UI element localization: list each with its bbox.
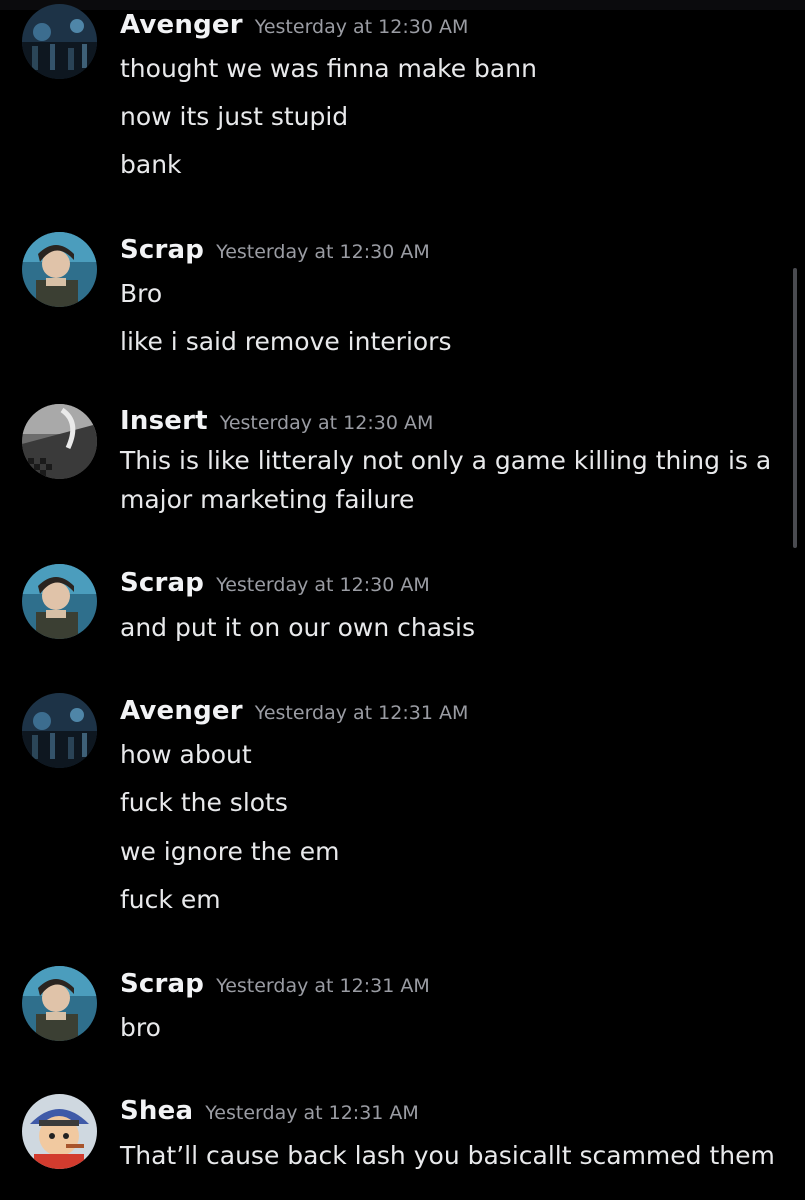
message-header: Shea Yesterday at 12:31 AM [120, 1096, 419, 1126]
author-name[interactable]: Scrap [120, 568, 204, 598]
message-header: Scrap Yesterday at 12:30 AM [120, 235, 430, 265]
author-name[interactable]: Scrap [120, 235, 204, 265]
message-text: now its just stupid [120, 102, 349, 131]
avatar[interactable] [22, 966, 97, 1041]
message-text: major marketing failure [120, 485, 415, 514]
message-text: like i said remove interiors [120, 327, 452, 356]
message-text: fuck em [120, 885, 221, 914]
top-divider [0, 0, 805, 10]
avatar[interactable] [22, 404, 97, 479]
timestamp: Yesterday at 12:30 AM [254, 16, 469, 38]
message-text: That’ll cause back lash you basicallt sc… [120, 1141, 775, 1170]
scrollbar[interactable] [793, 268, 797, 548]
timestamp: Yesterday at 12:31 AM [205, 1102, 419, 1124]
author-name[interactable]: Shea [120, 1096, 193, 1126]
avatar[interactable] [22, 1094, 97, 1169]
message-text: we ignore the em [120, 837, 340, 866]
timestamp: Yesterday at 12:30 AM [216, 241, 430, 263]
timestamp: Yesterday at 12:31 AM [216, 975, 430, 997]
message-header: Scrap Yesterday at 12:31 AM [120, 969, 430, 999]
message-header: Avenger Yesterday at 12:31 AM [120, 696, 468, 726]
timestamp: Yesterday at 12:31 AM [254, 702, 469, 724]
message-text: thought we was finna make bann [120, 54, 537, 83]
timestamp: Yesterday at 12:30 AM [216, 574, 430, 596]
author-name[interactable]: Scrap [120, 969, 204, 999]
avatar[interactable] [22, 4, 97, 79]
avatar[interactable] [22, 564, 97, 639]
avatar[interactable] [22, 232, 97, 307]
author-name[interactable]: Insert [120, 406, 208, 436]
message-text: bank [120, 150, 182, 179]
message-header: Avenger Yesterday at 12:30 AM [120, 10, 468, 40]
message-text: fuck the slots [120, 788, 288, 817]
message-text: This is like litteraly not only a game k… [120, 446, 772, 475]
message-header: Scrap Yesterday at 12:30 AM [120, 568, 430, 598]
author-name[interactable]: Avenger [120, 696, 243, 726]
author-name[interactable]: Avenger [120, 10, 243, 40]
message-text: how about [120, 740, 252, 769]
message-text: bro [120, 1013, 161, 1042]
message-text: Bro [120, 279, 163, 308]
timestamp: Yesterday at 12:30 AM [219, 412, 434, 434]
message-header: Insert Yesterday at 12:30 AM [120, 406, 433, 436]
message-text: and put it on our own chasis [120, 613, 476, 642]
avatar[interactable] [22, 693, 97, 768]
